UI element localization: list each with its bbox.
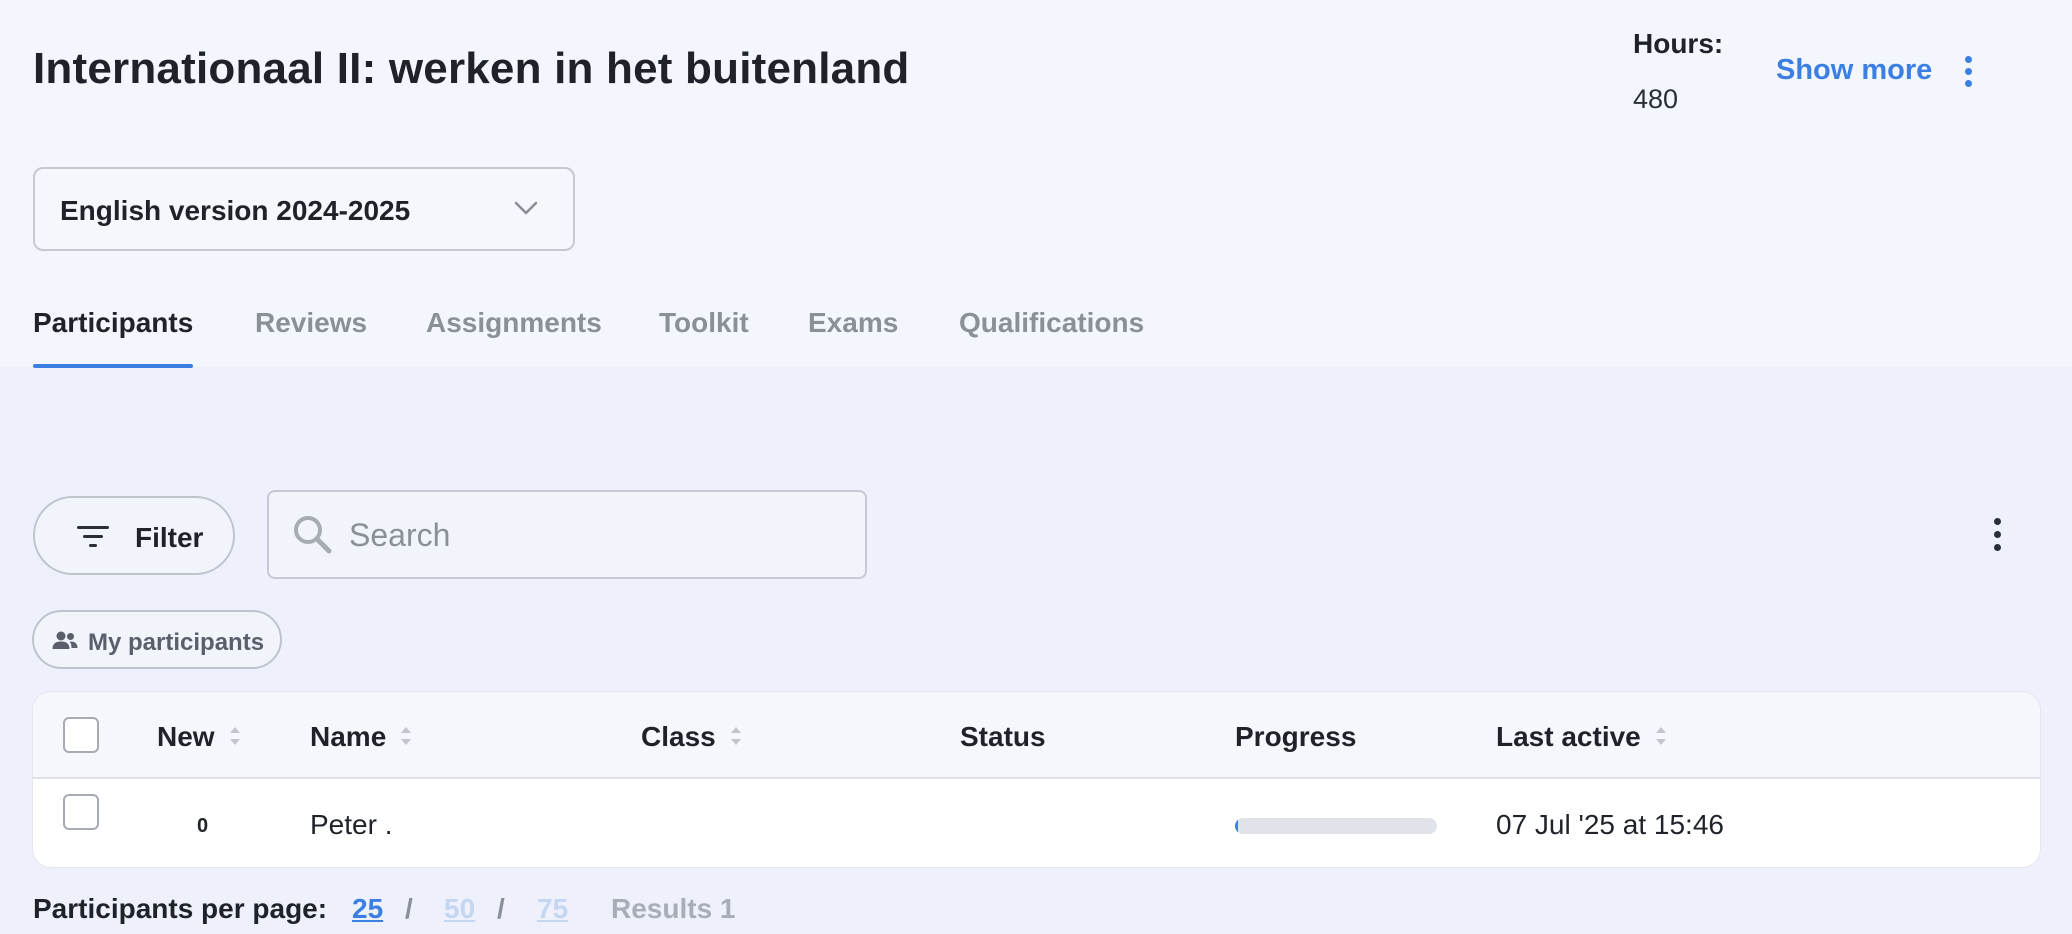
last-active-value: 07 Jul '25 at 15:46 [1496, 809, 1724, 840]
version-select[interactable]: English version 2024-2025 [33, 167, 575, 251]
my-participants-chip[interactable]: My participants [32, 610, 282, 669]
tab-participants[interactable]: Participants [33, 307, 194, 368]
per-page-label: Participants per page: [33, 893, 328, 924]
show-more-link[interactable]: Show more [1776, 54, 1932, 87]
column-class-label: Class [641, 721, 716, 752]
sort-icon [1655, 726, 1666, 745]
tab-exams[interactable]: Exams [808, 307, 898, 367]
column-new[interactable]: New [157, 721, 241, 753]
progress-bar [1235, 818, 1437, 834]
page-title: Internationaal II: werken in het buitenl… [33, 44, 910, 93]
column-last-active[interactable]: Last active [1496, 721, 1667, 753]
tab-reviews[interactable]: Reviews [255, 307, 367, 367]
column-last-active-label: Last active [1496, 721, 1641, 752]
column-new-label: New [157, 721, 215, 752]
filter-button[interactable]: Filter [33, 496, 235, 575]
results-count: Results 1 [611, 893, 736, 924]
version-select-value: English version 2024-2025 [60, 195, 411, 226]
table-options-icon[interactable] [1990, 518, 2004, 554]
sort-icon [730, 726, 741, 745]
column-progress: Progress [1235, 721, 1357, 752]
tab-assignments[interactable]: Assignments [426, 307, 602, 367]
column-name-label: Name [310, 721, 387, 752]
per-page-option-75[interactable]: 75 [537, 893, 568, 925]
select-all-checkbox[interactable] [63, 717, 99, 753]
column-name[interactable]: Name [310, 721, 412, 753]
table-header: New Name Class Status Progress Last acti… [33, 692, 2040, 779]
per-page-option-50[interactable]: 50 [444, 893, 475, 925]
search-box [267, 490, 867, 579]
tab-qualifications[interactable]: Qualifications [959, 307, 1144, 367]
search-icon [294, 516, 332, 554]
sort-icon [229, 726, 240, 745]
participant-name[interactable]: Peter . [310, 809, 392, 841]
column-status: Status [960, 721, 1046, 752]
separator: / [405, 893, 413, 924]
participants-table: New Name Class Status Progress Last acti… [33, 692, 2040, 867]
my-participants-label: My participants [88, 629, 265, 656]
separator: / [497, 893, 505, 924]
table-row[interactable]: 0 Peter . 07 Jul '25 at 15:46 [33, 781, 2040, 867]
new-count: 0 [197, 815, 209, 837]
sort-icon [401, 726, 412, 745]
people-icon [52, 631, 78, 649]
per-page-option-25[interactable]: 25 [352, 893, 383, 925]
filter-icon [77, 526, 109, 547]
filter-button-label: Filter [135, 522, 204, 553]
column-class[interactable]: Class [641, 721, 742, 753]
hours-value: 480 [1633, 84, 1679, 114]
chevron-down-icon [514, 201, 538, 215]
hours-label: Hours: [1633, 28, 1724, 59]
search-input[interactable] [349, 508, 839, 562]
tab-toolkit[interactable]: Toolkit [659, 307, 749, 367]
more-options-icon[interactable] [1961, 56, 1975, 90]
row-checkbox[interactable] [63, 794, 99, 830]
